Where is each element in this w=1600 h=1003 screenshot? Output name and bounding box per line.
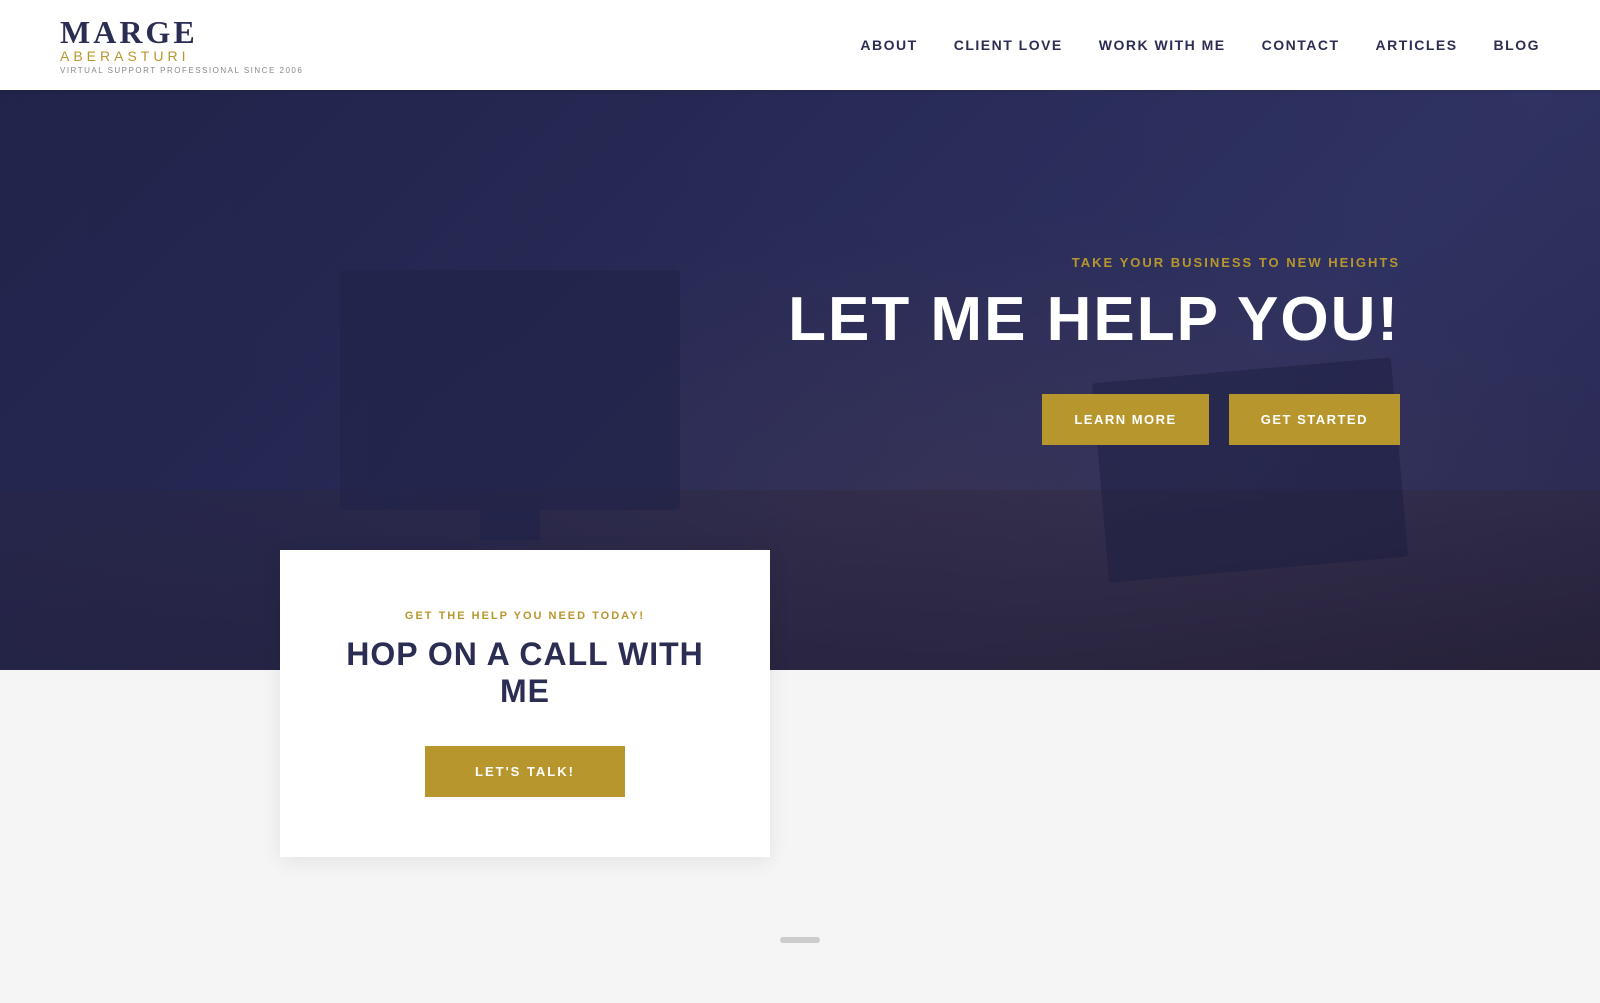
scroll-dot: [780, 937, 820, 943]
nav-item-client-love[interactable]: CLIENT LOVE: [954, 37, 1063, 53]
card-heading: HOP ON A CALL WITH ME: [330, 636, 720, 710]
logo-name-marge: MARGE: [60, 16, 198, 48]
scroll-indicator: [0, 937, 1600, 943]
learn-more-button[interactable]: LEARN MORE: [1042, 394, 1208, 445]
nav-item-contact[interactable]: CONTACT: [1262, 37, 1340, 53]
site-header: MARGE ABERASTURI VIRTUAL SUPPORT PROFESS…: [0, 0, 1600, 90]
logo-name-aberasturi: ABERASTURI: [60, 48, 189, 64]
card-label: GET THE HELP YOU NEED TODAY!: [330, 610, 720, 622]
logo[interactable]: MARGE ABERASTURI VIRTUAL SUPPORT PROFESS…: [60, 16, 303, 75]
hero-subtitle: TAKE YOUR BUSINESS TO NEW HEIGHTS: [788, 255, 1400, 270]
hero-section: TAKE YOUR BUSINESS TO NEW HEIGHTS LET ME…: [0, 90, 1600, 670]
nav-item-articles[interactable]: ARTICLES: [1376, 37, 1458, 53]
nav-item-work-with-me[interactable]: WORK WITH ME: [1099, 37, 1226, 53]
get-started-button[interactable]: GET STARTED: [1229, 394, 1400, 445]
hero-buttons: LEARN MORE GET STARTED: [788, 394, 1400, 445]
main-nav: ABOUT CLIENT LOVE WORK WITH ME CONTACT A…: [860, 37, 1540, 53]
nav-item-blog[interactable]: BLOG: [1494, 37, 1540, 53]
card-section: GET THE HELP YOU NEED TODAY! HOP ON A CA…: [0, 670, 1600, 1003]
hero-content: TAKE YOUR BUSINESS TO NEW HEIGHTS LET ME…: [788, 255, 1600, 445]
lets-talk-button[interactable]: LET'S TALK!: [425, 746, 625, 797]
logo-tagline: VIRTUAL SUPPORT PROFESSIONAL SINCE 2006: [60, 66, 303, 75]
hero-title: LET ME HELP YOU!: [788, 286, 1400, 354]
call-card: GET THE HELP YOU NEED TODAY! HOP ON A CA…: [280, 550, 770, 857]
nav-item-about[interactable]: ABOUT: [860, 37, 917, 53]
